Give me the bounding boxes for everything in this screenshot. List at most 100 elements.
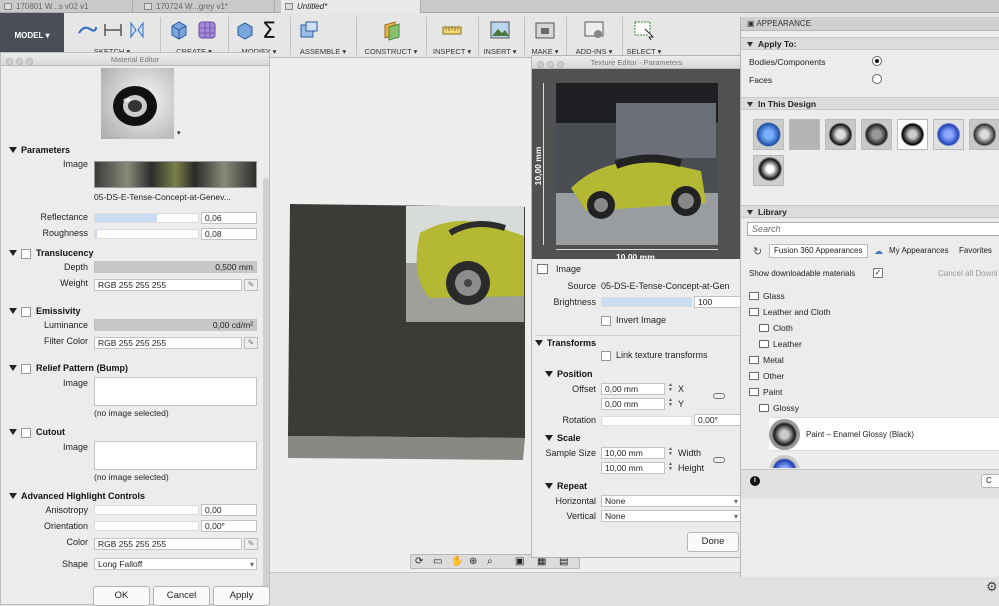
- sample-height-input[interactable]: 10,00 mm: [601, 462, 665, 474]
- emissivity-header[interactable]: Emissivity: [9, 306, 81, 317]
- window-controls[interactable]: [6, 56, 36, 69]
- relief-pattern-header[interactable]: Relief Pattern (Bump): [9, 363, 128, 374]
- tab-favorites[interactable]: Favorites: [959, 246, 992, 255]
- info-icon[interactable]: i: [750, 476, 760, 486]
- brightness-input[interactable]: 100: [694, 296, 741, 308]
- repeat-header[interactable]: Repeat: [545, 481, 587, 491]
- material-preview-swatch[interactable]: [101, 68, 174, 139]
- luminance-input[interactable]: 0,00 cd/m²: [94, 319, 257, 331]
- tab-fusion-appearances[interactable]: Fusion 360 Appearances: [769, 244, 868, 258]
- translucency-checkbox[interactable]: [21, 248, 31, 259]
- construct-group[interactable]: CONSTRUCT ▾: [360, 13, 422, 58]
- close-button[interactable]: C: [981, 474, 999, 488]
- orbit-icon[interactable]: ⟳: [415, 556, 423, 567]
- link-transforms-checkbox[interactable]: [601, 350, 611, 361]
- material-editor-scrollbar[interactable]: [263, 178, 269, 593]
- tree-item-metal[interactable]: Metal: [763, 355, 784, 365]
- make-group[interactable]: MAKE ▾: [526, 13, 564, 58]
- design-appearance-thumb[interactable]: [789, 119, 820, 150]
- roughness-slider[interactable]: [94, 229, 199, 239]
- design-appearance-thumb[interactable]: [861, 119, 892, 150]
- scale-header[interactable]: Scale: [545, 433, 581, 443]
- emissivity-checkbox[interactable]: [21, 306, 31, 317]
- horizontal-repeat-dropdown[interactable]: None: [601, 495, 741, 507]
- position-header[interactable]: Position: [545, 369, 593, 379]
- invert-image-option[interactable]: Invert Image: [601, 315, 666, 326]
- weight-color-picker-icon[interactable]: ✎: [244, 279, 258, 291]
- add-ins-group[interactable]: ADD-INS ▾: [568, 13, 620, 58]
- offset-y-stepper[interactable]: ▲ ▼: [667, 398, 674, 409]
- shape-dropdown[interactable]: Long Falloff: [94, 558, 257, 570]
- tree-item-other[interactable]: Other: [763, 371, 784, 381]
- library-item-selected[interactable]: Paint – Enamel Glossy (Black): [769, 417, 999, 451]
- cutout-image-well[interactable]: [94, 441, 257, 470]
- design-appearance-thumb[interactable]: [969, 119, 999, 150]
- link-transforms-option[interactable]: Link texture transforms: [601, 350, 708, 361]
- display-settings-icon[interactable]: ▣: [515, 556, 524, 567]
- fit-icon[interactable]: ⌕: [487, 556, 493, 567]
- highlight-color-field[interactable]: RGB 255 255 255: [94, 538, 242, 550]
- vertical-repeat-dropdown[interactable]: None: [601, 510, 741, 522]
- apply-button[interactable]: Apply: [213, 586, 270, 606]
- orientation-input[interactable]: 0,00°: [201, 520, 257, 532]
- filter-color-picker-icon[interactable]: ✎: [244, 337, 258, 349]
- diffuse-image-thumbnail[interactable]: [94, 161, 257, 188]
- ok-button[interactable]: OK: [93, 586, 150, 606]
- anisotropy-input[interactable]: 0,00: [201, 504, 257, 516]
- orientation-slider[interactable]: [94, 521, 199, 531]
- faces-radio[interactable]: [872, 74, 882, 84]
- sample-width-stepper[interactable]: ▲ ▼: [667, 447, 674, 458]
- offset-x-stepper[interactable]: ▲ ▼: [667, 383, 674, 394]
- look-at-icon[interactable]: ▭: [433, 556, 442, 567]
- tab-my-appearances[interactable]: My Appearances: [889, 246, 949, 255]
- filter-color-field[interactable]: RGB 255 255 255: [94, 337, 242, 349]
- apply-to-header[interactable]: Apply To:: [741, 37, 999, 50]
- link-offset-icon[interactable]: [713, 393, 725, 399]
- tab-document-2[interactable]: 170724 W...grey v1*: [140, 0, 275, 13]
- tree-item-cloth[interactable]: Cloth: [773, 323, 793, 333]
- done-button[interactable]: Done: [687, 532, 739, 552]
- settings-gear-icon[interactable]: ⚙: [986, 579, 998, 595]
- design-appearance-thumb[interactable]: [753, 119, 784, 150]
- offset-y-input[interactable]: 0,00 mm: [601, 398, 665, 410]
- library-item[interactable]: [769, 453, 999, 468]
- tree-item-glossy[interactable]: Glossy: [773, 403, 799, 413]
- anisotropy-slider[interactable]: [94, 505, 199, 515]
- design-appearance-thumb[interactable]: [933, 119, 964, 150]
- link-scale-icon[interactable]: [713, 457, 725, 463]
- reflectance-input[interactable]: 0,06: [201, 212, 257, 224]
- select-group[interactable]: SELECT ▾: [624, 13, 664, 58]
- invert-image-checkbox[interactable]: [601, 315, 611, 326]
- depth-input[interactable]: 0,500 mm: [94, 261, 257, 273]
- image-file-name[interactable]: 05-DS-E-Tense-Concept-at-Genev...: [94, 192, 264, 202]
- reflectance-slider[interactable]: [94, 213, 199, 223]
- material-editor-titlebar[interactable]: Material Editor: [1, 53, 269, 66]
- tab-document-1[interactable]: 170801 W...s v02 v1: [0, 0, 133, 13]
- transforms-header[interactable]: Transforms: [535, 335, 740, 348]
- preview-options-caret[interactable]: ▾: [177, 129, 181, 137]
- source-file-name[interactable]: 05-DS-E-Tense-Concept-at-Gen: [601, 281, 741, 291]
- bodies-components-radio[interactable]: [872, 56, 882, 66]
- texture-editor-titlebar[interactable]: Texture Editor - Parameters: [532, 56, 741, 69]
- design-appearance-thumb[interactable]: [825, 119, 856, 150]
- refresh-icon[interactable]: ↻: [753, 245, 762, 258]
- tree-item-paint[interactable]: Paint: [763, 387, 782, 397]
- design-appearance-thumb-selected[interactable]: [753, 155, 784, 186]
- roughness-input[interactable]: 0,08: [201, 228, 257, 240]
- assemble-group[interactable]: ASSEMBLE ▾: [294, 13, 352, 58]
- library-header[interactable]: Library: [741, 205, 999, 218]
- show-downloadable-checkbox[interactable]: ✓: [873, 268, 883, 278]
- tab-document-3[interactable]: Untitled*: [281, 0, 421, 13]
- pan-icon[interactable]: ✋: [451, 556, 463, 567]
- rotation-input[interactable]: 0,00°: [694, 414, 741, 426]
- tree-item-glass[interactable]: Glass: [763, 291, 785, 301]
- tree-item-leather-and-cloth[interactable]: Leather and Cloth: [763, 307, 831, 317]
- relief-checkbox[interactable]: [21, 363, 31, 374]
- cutout-checkbox[interactable]: [21, 427, 31, 438]
- relief-image-well[interactable]: [94, 377, 257, 406]
- tree-item-leather[interactable]: Leather: [773, 339, 802, 349]
- highlight-color-picker-icon[interactable]: ✎: [244, 538, 258, 550]
- advanced-highlight-header[interactable]: Advanced Highlight Controls: [9, 491, 145, 501]
- zoom-icon[interactable]: ⊕: [469, 556, 477, 567]
- sample-width-input[interactable]: 10,00 mm: [601, 447, 665, 459]
